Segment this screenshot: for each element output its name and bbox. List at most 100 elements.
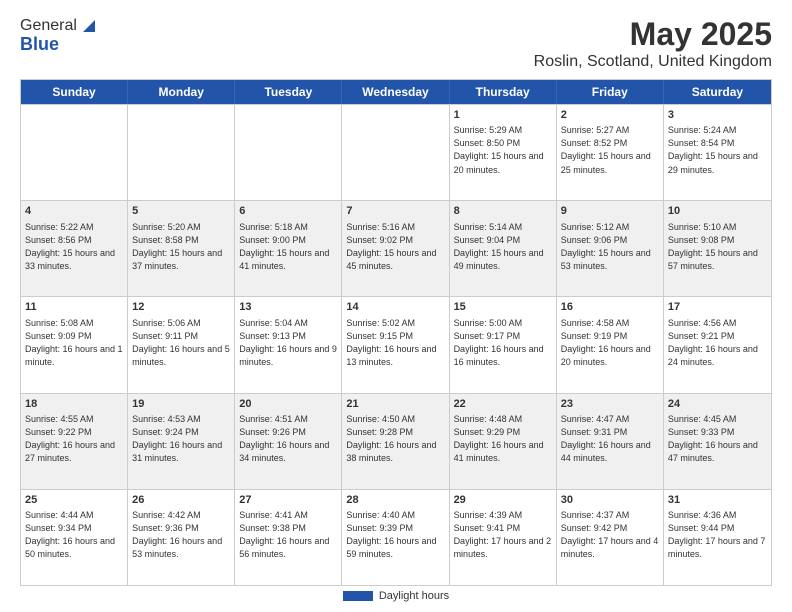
day-number: 14 xyxy=(346,300,444,315)
cal-cell: 23Sunrise: 4:47 AM Sunset: 9:31 PM Dayli… xyxy=(557,394,664,489)
cal-cell xyxy=(128,105,235,200)
cal-cell: 31Sunrise: 4:36 AM Sunset: 9:44 PM Dayli… xyxy=(664,490,771,585)
main-title: May 2025 xyxy=(534,16,772,53)
day-info: Sunrise: 5:06 AM Sunset: 9:11 PM Dayligh… xyxy=(132,317,230,369)
day-info: Sunrise: 5:24 AM Sunset: 8:54 PM Dayligh… xyxy=(668,124,767,176)
cal-cell: 1Sunrise: 5:29 AM Sunset: 8:50 PM Daylig… xyxy=(450,105,557,200)
day-number: 18 xyxy=(25,397,123,412)
day-number: 28 xyxy=(346,493,444,508)
header: General Blue May 2025 Roslin, Scotland, … xyxy=(20,16,772,71)
cal-cell: 11 Sunrise: 5:08 AM Sunset: 9:09 PM Dayli… xyxy=(21,297,128,392)
page: General Blue May 2025 Roslin, Scotland, … xyxy=(0,0,792,612)
weekday-tuesday: Tuesday xyxy=(235,80,342,104)
cal-cell: 2Sunrise: 5:27 AM Sunset: 8:52 PM Daylig… xyxy=(557,105,664,200)
cal-cell: 5Sunrise: 5:20 AM Sunset: 8:58 PM Daylig… xyxy=(128,201,235,296)
day-info: Sunrise: 5:27 AM Sunset: 8:52 PM Dayligh… xyxy=(561,124,659,176)
day-number: 23 xyxy=(561,397,659,412)
day-number: 12 xyxy=(132,300,230,315)
day-number: 17 xyxy=(668,300,767,315)
cal-cell: 16Sunrise: 4:58 AM Sunset: 9:19 PM Dayli… xyxy=(557,297,664,392)
weekday-wednesday: Wednesday xyxy=(342,80,449,104)
day-number: 6 xyxy=(239,204,337,219)
daylight-legend: Daylight hours xyxy=(343,590,449,602)
weekday-friday: Friday xyxy=(557,80,664,104)
cal-cell: 30Sunrise: 4:37 AM Sunset: 9:42 PM Dayli… xyxy=(557,490,664,585)
cal-week-1: 4Sunrise: 5:22 AM Sunset: 8:56 PM Daylig… xyxy=(21,200,771,296)
calendar-header-row: Sunday Monday Tuesday Wednesday Thursday… xyxy=(21,80,771,104)
footer: Daylight hours xyxy=(20,590,772,602)
cal-cell: 15 Sunrise: 5:00 AM Sunset: 9:17 PM Dayli… xyxy=(450,297,557,392)
day-info: Sunrise: 5:08 AM Sunset: 9:09 PM Dayligh… xyxy=(25,317,123,369)
cal-cell: 24Sunrise: 4:45 AM Sunset: 9:33 PM Dayli… xyxy=(664,394,771,489)
daylight-label: Daylight hours xyxy=(379,590,449,602)
day-info: Sunrise: 4:36 AM Sunset: 9:44 PM Dayligh… xyxy=(668,509,767,561)
day-number: 13 xyxy=(239,300,337,315)
day-number: 20 xyxy=(239,397,337,412)
day-info: Sunrise: 5:04 AM Sunset: 9:13 PM Dayligh… xyxy=(239,317,337,369)
day-number: 24 xyxy=(668,397,767,412)
cal-cell xyxy=(21,105,128,200)
cal-week-4: 25Sunrise: 4:44 AM Sunset: 9:34 PM Dayli… xyxy=(21,489,771,585)
weekday-saturday: Saturday xyxy=(664,80,771,104)
day-info: Sunrise: 4:44 AM Sunset: 9:34 PM Dayligh… xyxy=(25,509,123,561)
cal-cell: 28Sunrise: 4:40 AM Sunset: 9:39 PM Dayli… xyxy=(342,490,449,585)
weekday-thursday: Thursday xyxy=(450,80,557,104)
day-number: 19 xyxy=(132,397,230,412)
cal-cell: 10Sunrise: 5:10 AM Sunset: 9:08 PM Dayli… xyxy=(664,201,771,296)
day-number: 26 xyxy=(132,493,230,508)
day-info: Sunrise: 5:12 AM Sunset: 9:06 PM Dayligh… xyxy=(561,221,659,273)
day-number: 11 xyxy=(25,300,123,315)
day-number: 16 xyxy=(561,300,659,315)
day-number: 25 xyxy=(25,493,123,508)
day-info: Sunrise: 4:47 AM Sunset: 9:31 PM Dayligh… xyxy=(561,413,659,465)
day-number: 21 xyxy=(346,397,444,412)
logo-general-text: General xyxy=(20,17,77,35)
day-number: 15 xyxy=(454,300,552,315)
cal-cell: 27Sunrise: 4:41 AM Sunset: 9:38 PM Dayli… xyxy=(235,490,342,585)
logo: General Blue xyxy=(20,16,99,55)
calendar: Sunday Monday Tuesday Wednesday Thursday… xyxy=(20,79,772,586)
cal-cell: 14Sunrise: 5:02 AM Sunset: 9:15 PM Dayli… xyxy=(342,297,449,392)
day-info: Sunrise: 4:56 AM Sunset: 9:21 PM Dayligh… xyxy=(668,317,767,369)
cal-cell: 21Sunrise: 4:50 AM Sunset: 9:28 PM Dayli… xyxy=(342,394,449,489)
title-block: May 2025 Roslin, Scotland, United Kingdo… xyxy=(534,16,772,71)
day-info: Sunrise: 4:50 AM Sunset: 9:28 PM Dayligh… xyxy=(346,413,444,465)
day-info: Sunrise: 5:18 AM Sunset: 9:00 PM Dayligh… xyxy=(239,221,337,273)
day-info: Sunrise: 4:37 AM Sunset: 9:42 PM Dayligh… xyxy=(561,509,659,561)
cal-cell: 3Sunrise: 5:24 AM Sunset: 8:54 PM Daylig… xyxy=(664,105,771,200)
weekday-sunday: Sunday xyxy=(21,80,128,104)
cal-cell: 4Sunrise: 5:22 AM Sunset: 8:56 PM Daylig… xyxy=(21,201,128,296)
day-info: Sunrise: 4:42 AM Sunset: 9:36 PM Dayligh… xyxy=(132,509,230,561)
subtitle: Roslin, Scotland, United Kingdom xyxy=(534,53,772,71)
day-number: 31 xyxy=(668,493,767,508)
day-info: Sunrise: 4:40 AM Sunset: 9:39 PM Dayligh… xyxy=(346,509,444,561)
day-number: 8 xyxy=(454,204,552,219)
day-info: Sunrise: 5:00 AM Sunset: 9:17 PM Dayligh… xyxy=(454,317,552,369)
day-number: 3 xyxy=(668,108,767,123)
calendar-body: 1Sunrise: 5:29 AM Sunset: 8:50 PM Daylig… xyxy=(21,104,771,585)
day-info: Sunrise: 4:41 AM Sunset: 9:38 PM Dayligh… xyxy=(239,509,337,561)
day-number: 2 xyxy=(561,108,659,123)
day-number: 27 xyxy=(239,493,337,508)
day-number: 7 xyxy=(346,204,444,219)
cal-cell: 22Sunrise: 4:48 AM Sunset: 9:29 PM Dayli… xyxy=(450,394,557,489)
logo-blue-text: Blue xyxy=(20,34,99,55)
day-info: Sunrise: 4:45 AM Sunset: 9:33 PM Dayligh… xyxy=(668,413,767,465)
daylight-bar-icon xyxy=(343,591,373,601)
day-number: 30 xyxy=(561,493,659,508)
day-info: Sunrise: 4:53 AM Sunset: 9:24 PM Dayligh… xyxy=(132,413,230,465)
cal-cell: 29Sunrise: 4:39 AM Sunset: 9:41 PM Dayli… xyxy=(450,490,557,585)
day-info: Sunrise: 5:22 AM Sunset: 8:56 PM Dayligh… xyxy=(25,221,123,273)
day-number: 9 xyxy=(561,204,659,219)
day-number: 5 xyxy=(132,204,230,219)
cal-cell: 17 Sunrise: 4:56 AM Sunset: 9:21 PM Dayli… xyxy=(664,297,771,392)
cal-cell: 8Sunrise: 5:14 AM Sunset: 9:04 PM Daylig… xyxy=(450,201,557,296)
cal-week-3: 18Sunrise: 4:55 AM Sunset: 9:22 PM Dayli… xyxy=(21,393,771,489)
day-number: 1 xyxy=(454,108,552,123)
day-info: Sunrise: 5:29 AM Sunset: 8:50 PM Dayligh… xyxy=(454,124,552,176)
cal-cell: 19Sunrise: 4:53 AM Sunset: 9:24 PM Dayli… xyxy=(128,394,235,489)
cal-week-2: 11 Sunrise: 5:08 AM Sunset: 9:09 PM Dayli… xyxy=(21,296,771,392)
day-info: Sunrise: 4:48 AM Sunset: 9:29 PM Dayligh… xyxy=(454,413,552,465)
day-info: Sunrise: 5:10 AM Sunset: 9:08 PM Dayligh… xyxy=(668,221,767,273)
cal-cell: 12 Sunrise: 5:06 AM Sunset: 9:11 PM Dayli… xyxy=(128,297,235,392)
